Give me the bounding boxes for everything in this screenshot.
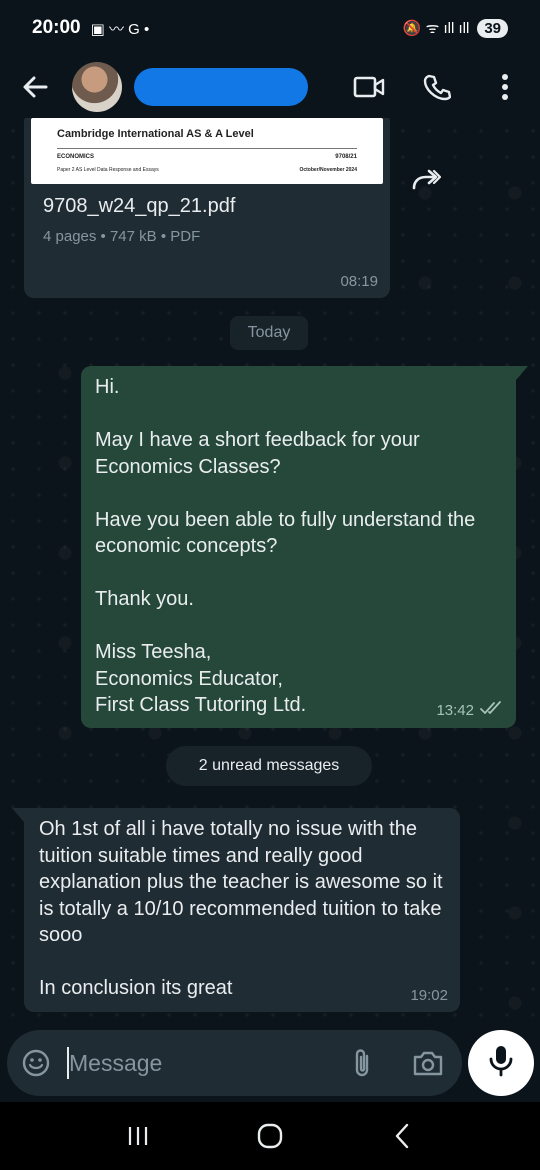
incoming-message[interactable]: Oh 1st of all i have totally no issue wi… [24, 808, 460, 1012]
forward-icon[interactable] [404, 158, 448, 202]
battery-level: 39 [477, 18, 508, 38]
nav-back-icon[interactable] [380, 1114, 424, 1158]
read-receipt-icon [480, 700, 504, 720]
chat-area[interactable]: Cambridge International AS & A Level ECO… [0, 118, 540, 1030]
message-time: 08:19 [340, 273, 378, 290]
notification-icons: ▣ 〰 G • [90, 20, 150, 38]
outgoing-bubble-tail [516, 366, 528, 380]
message-text: Oh 1st of all i have totally no issue wi… [39, 818, 443, 999]
preview-divider [57, 148, 357, 149]
message-input[interactable] [69, 1042, 329, 1084]
voice-call-icon[interactable] [420, 70, 454, 104]
chat-header: - [0, 56, 540, 118]
contact-avatar[interactable] [72, 62, 122, 112]
message-time: 19:02 [410, 987, 448, 1004]
contact-name[interactable]: - [134, 68, 308, 106]
recent-apps-icon[interactable] [116, 1114, 160, 1158]
status-time: 20:00 [32, 17, 81, 38]
emoji-icon[interactable] [19, 1046, 53, 1080]
more-options-icon[interactable] [488, 70, 522, 104]
message-text: Hi. May I have a short feedback for your… [95, 376, 476, 716]
document-meta: 4 pages • 747 kB • PDF [43, 228, 201, 245]
preview-code: 9708/21 [335, 154, 357, 160]
back-arrow-icon[interactable] [18, 70, 52, 104]
document-message[interactable]: Cambridge International AS & A Level ECO… [24, 118, 390, 298]
preview-session: October/November 2024 [299, 167, 357, 173]
system-navigation-bar [0, 1102, 540, 1170]
camera-icon[interactable] [411, 1046, 445, 1080]
document-filename: 9708_w24_qp_21.pdf [43, 195, 236, 217]
document-preview[interactable]: Cambridge International AS & A Level ECO… [31, 118, 383, 184]
unread-messages-divider: 2 unread messages [166, 746, 372, 786]
outgoing-message[interactable]: Hi. May I have a short feedback for your… [81, 366, 516, 728]
home-icon[interactable] [248, 1114, 292, 1158]
attach-icon[interactable] [345, 1046, 379, 1080]
message-time: 13:42 [436, 701, 474, 719]
preview-title: Cambridge International AS & A Level [57, 128, 254, 140]
preview-subject: ECONOMICS [57, 154, 95, 160]
signal-icons: 🔕 ᯤ ıll ıll [402, 20, 470, 37]
date-separator: Today [230, 316, 308, 350]
microphone-button[interactable] [468, 1030, 534, 1096]
status-bar: 20:00 ▣ 〰 G • 🔕 ᯤ ıll ıll 39 [0, 0, 540, 56]
preview-paper: Paper 2 AS Level Data Response and Essay… [57, 167, 159, 173]
microphone-icon [488, 1044, 514, 1083]
message-composer [7, 1030, 462, 1096]
incoming-bubble-tail [12, 808, 24, 822]
video-call-icon[interactable] [352, 70, 386, 104]
